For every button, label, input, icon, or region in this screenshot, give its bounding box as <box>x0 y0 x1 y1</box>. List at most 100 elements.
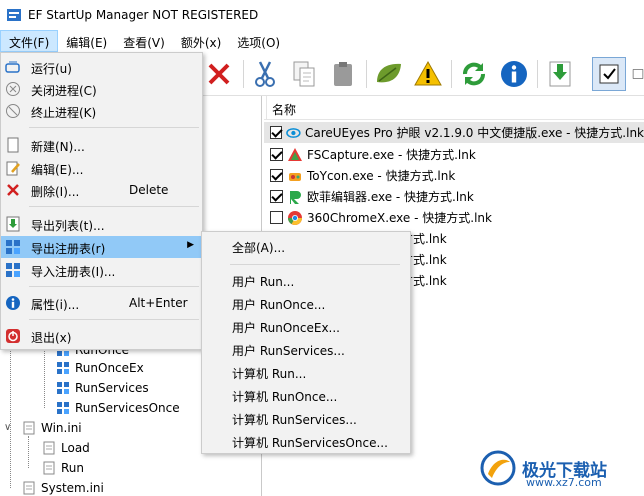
tree-label: System.ini <box>41 481 104 495</box>
menu-bar: 文件(F) 编辑(E) 查看(V) 额外(x) 选项(O) <box>0 30 644 52</box>
submenu-item-user-runservices[interactable]: 用户 RunServices... <box>202 338 412 361</box>
menu-item-edit[interactable]: 编辑(E)... <box>1 157 202 179</box>
tree-label: RunServicesOnce <box>75 401 180 415</box>
new-document-icon <box>7 137 19 153</box>
menu-item-close-process[interactable]: 关闭进程(C) <box>1 78 202 100</box>
ini-file-icon <box>23 481 35 495</box>
exit-power-icon <box>6 329 20 343</box>
info-icon[interactable] <box>497 57 531 91</box>
menu-item-properties[interactable]: 属性(i)... Alt+Enter <box>1 292 202 314</box>
tree-label: Win.ini <box>41 421 82 435</box>
toycon-icon <box>289 172 301 181</box>
menu-extra[interactable]: 额外(x) <box>173 30 229 52</box>
window-title: EF StartUp Manager NOT REGISTERED <box>28 8 259 22</box>
tree-item-runonceex[interactable]: RunOnceEx <box>56 358 144 378</box>
menu-item-import-registry[interactable]: 导入注册表(I)... <box>1 259 202 281</box>
column-divider <box>266 96 267 120</box>
watermark-url: www.xz7.com <box>526 476 602 489</box>
menu-separator <box>29 286 199 287</box>
run-icon <box>5 61 20 73</box>
tree-label: Run <box>61 461 85 475</box>
download-icon[interactable] <box>543 57 577 91</box>
submenu-item-machine-runservicesonce[interactable]: 计算机 RunServicesOnce... <box>202 430 412 453</box>
ini-entry-icon <box>43 441 55 455</box>
menu-separator <box>29 206 199 207</box>
submenu-item-user-run[interactable]: 用户 Run... <box>202 269 412 292</box>
submenu-item-user-runonceex[interactable]: 用户 RunOnceEx... <box>202 315 412 338</box>
tree-item-run[interactable]: Run <box>42 458 84 478</box>
window-icon[interactable] <box>632 57 644 91</box>
list-item[interactable]: 360ChromeX.exe - 快捷方式.lnk <box>264 207 644 228</box>
close-process-icon <box>6 82 20 96</box>
tree-item-runservicesonce[interactable]: RunServicesOnce <box>56 398 180 418</box>
menu-file[interactable]: 文件(F) <box>0 30 59 52</box>
enable-checkbox[interactable] <box>270 169 283 182</box>
app-logo-icon <box>7 9 21 21</box>
tree-item-load[interactable]: Load <box>42 438 90 458</box>
chrome-icon <box>288 210 302 225</box>
watermark-logo-icon <box>480 450 516 486</box>
tree-label: RunServices <box>75 381 149 395</box>
copy-icon[interactable] <box>287 57 321 91</box>
list-item[interactable]: 欧菲编辑器.exe - 快捷方式.lnk <box>264 186 644 207</box>
enable-checkbox[interactable] <box>270 190 283 203</box>
submenu-item-machine-run[interactable]: 计算机 Run... <box>202 361 412 384</box>
submenu-arrow-icon: ▶ <box>187 240 194 250</box>
submenu-item-machine-runservices[interactable]: 计算机 RunServices... <box>202 407 412 430</box>
list-item[interactable]: ToYcon.exe - 快捷方式.lnk <box>264 165 644 186</box>
menu-item-delete[interactable]: 删除(I)... Delete <box>1 179 202 201</box>
menu-separator <box>29 127 199 128</box>
delete-x-icon[interactable] <box>202 57 236 91</box>
tree-label: Load <box>61 441 90 455</box>
leaf-icon[interactable] <box>372 57 406 91</box>
collapse-chevron-icon[interactable]: ∨ <box>4 422 11 433</box>
registry-key-icon <box>57 382 69 394</box>
tree-connector <box>28 436 29 468</box>
menu-item-new[interactable]: 新建(N)... <box>1 134 202 156</box>
toolbar-separator <box>243 60 244 88</box>
tree-label: RunOnceEx <box>75 361 144 375</box>
menu-options[interactable]: 选项(O) <box>229 30 288 52</box>
menu-item-export-list[interactable]: 导出列表(t)... <box>1 213 202 235</box>
delete-x-icon <box>7 184 19 196</box>
delete-shortcut: Delete <box>129 183 169 197</box>
enable-checkbox[interactable] <box>270 211 283 224</box>
fscapture-icon <box>288 147 302 161</box>
list-item[interactable]: FSCapture.exe - 快捷方式.lnk <box>264 144 644 165</box>
enable-checkbox[interactable] <box>270 126 283 139</box>
tree-item-winini[interactable]: Win.ini <box>22 418 82 438</box>
enable-checkbox[interactable] <box>270 148 283 161</box>
submenu-item-machine-runonce[interactable]: 计算机 RunOnce... <box>202 384 412 407</box>
title-bar: EF StartUp Manager NOT REGISTERED <box>0 0 644 30</box>
menu-item-exit[interactable]: 退出(x) <box>1 325 202 347</box>
tree-item-runservices[interactable]: RunServices <box>56 378 149 398</box>
eye-icon <box>286 127 301 138</box>
ini-file-icon <box>23 421 35 435</box>
list-item-name: FSCapture.exe - 快捷方式.lnk <box>307 148 476 162</box>
registry-key-icon <box>57 402 69 414</box>
menu-item-run[interactable]: 运行(u) <box>1 56 202 78</box>
submenu-item-user-runonce[interactable]: 用户 RunOnce... <box>202 292 412 315</box>
name-column-label: 名称 <box>272 103 297 117</box>
ini-entry-icon <box>43 461 55 475</box>
submenu-item-all[interactable]: 全部(A)... <box>202 235 412 258</box>
checked-view-icon[interactable] <box>592 57 626 91</box>
toolbar-separator <box>451 60 452 88</box>
refresh-icon[interactable] <box>457 57 491 91</box>
list-item[interactable]: CareUEyes Pro 护眼 v2.1.9.0 中文便捷版.exe - 快捷… <box>264 122 644 143</box>
tree-connector <box>10 336 11 488</box>
list-column-header[interactable]: 名称 <box>264 96 644 120</box>
kill-process-icon <box>6 104 20 118</box>
paste-icon[interactable] <box>326 57 360 91</box>
menu-separator <box>29 319 199 320</box>
menu-edit[interactable]: 编辑(E) <box>58 30 115 52</box>
menu-view[interactable]: 查看(V) <box>115 30 173 52</box>
warning-icon[interactable] <box>411 57 445 91</box>
cut-icon[interactable] <box>248 57 282 91</box>
site-watermark: 极光下载站 www.xz7.com <box>478 443 644 493</box>
tree-item-systemini[interactable]: System.ini <box>22 478 104 496</box>
editor-icon <box>290 190 301 204</box>
file-menu-dropdown: 运行(u) 关闭进程(C) 终止进程(K) 新建(N)... 编辑(E)... … <box>0 52 203 350</box>
menu-item-export-registry[interactable]: 导出注册表(r) ▶ <box>1 236 202 258</box>
menu-item-kill-process[interactable]: 终止进程(K) <box>1 100 202 122</box>
